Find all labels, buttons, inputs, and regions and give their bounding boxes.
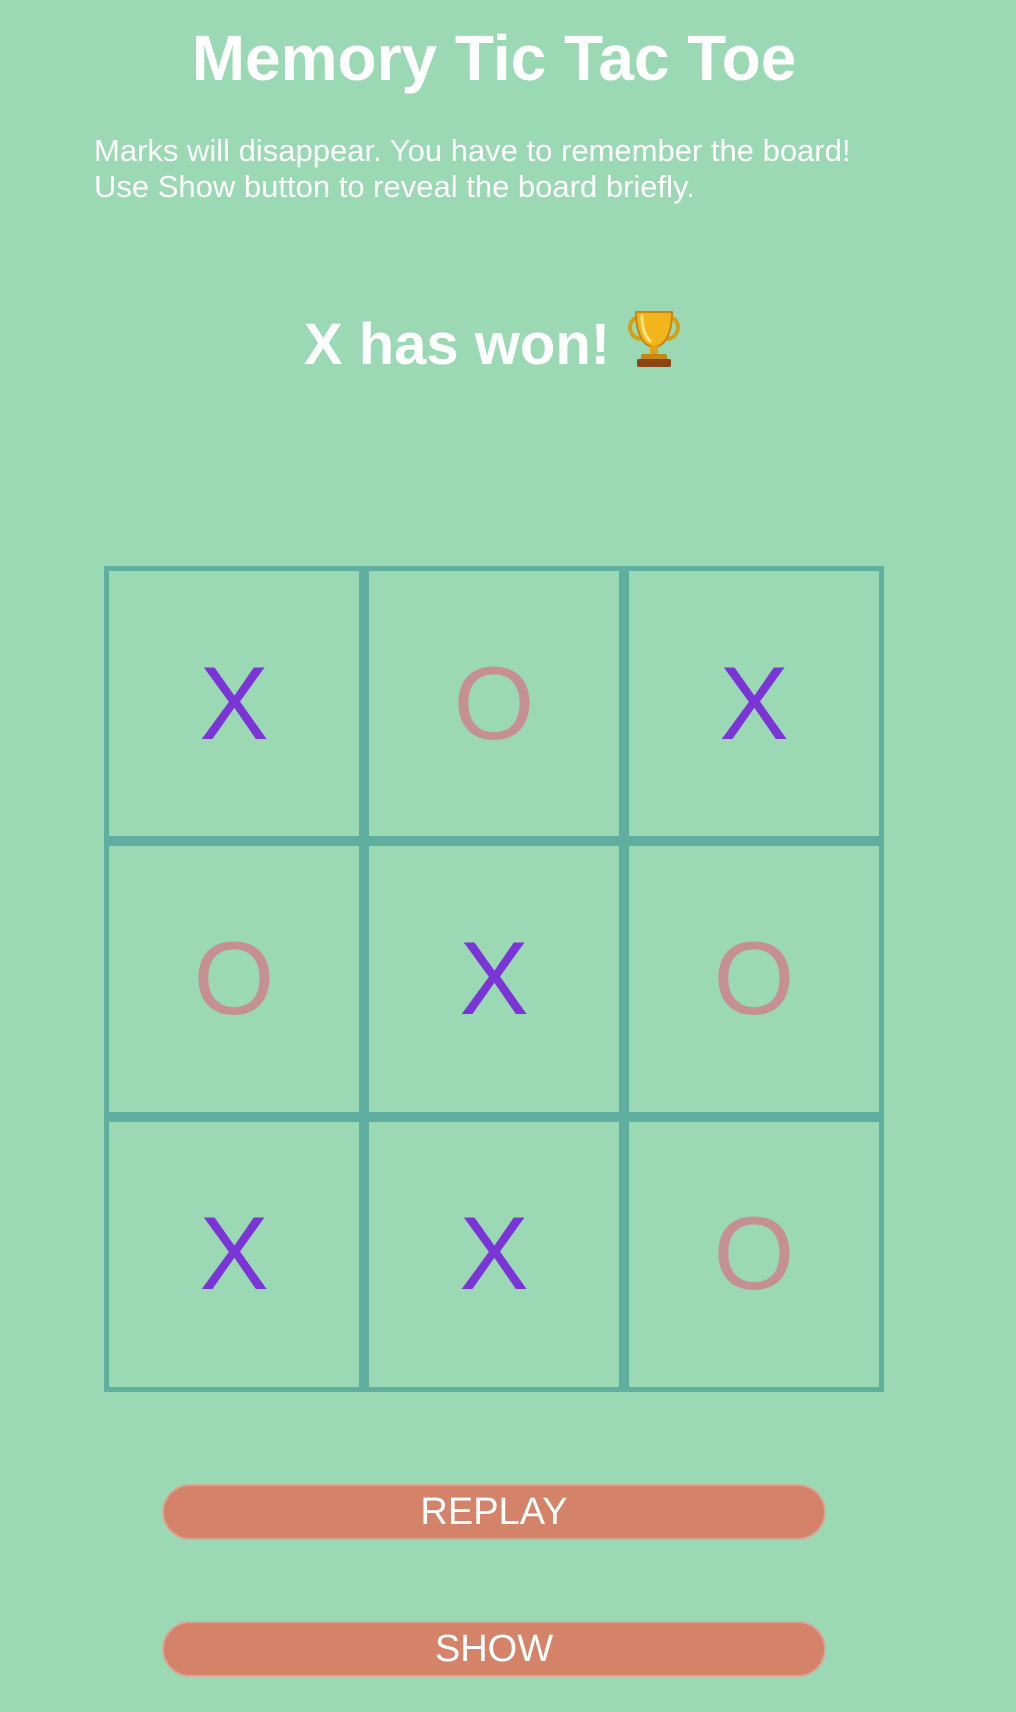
board-cell-3[interactable]: X [629,571,879,837]
board-cell-6[interactable]: O [629,846,879,1112]
instructions-line-1: Marks will disappear. You have to rememb… [94,133,851,168]
show-button[interactable]: SHOW [162,1621,826,1677]
game-board: X O X O X O X X O [104,566,884,1392]
page-title: Memory Tic Tac Toe [191,22,797,94]
status-text: X has won! [303,312,611,377]
board-cell-9[interactable]: O [629,1121,879,1387]
trophy-icon [624,308,684,370]
game-status: X has won! [0,305,988,385]
replay-button[interactable]: REPLAY [162,1484,826,1540]
board-cell-2[interactable]: O [369,571,619,837]
board-cell-1[interactable]: X [109,571,359,837]
board-cell-7[interactable]: X [109,1121,359,1387]
board-cell-4[interactable]: O [109,846,359,1112]
instructions-line-2: Use Show button to reveal the board brie… [94,169,695,204]
board-cell-5[interactable]: X [369,846,619,1112]
instructions: Marks will disappear. You have to rememb… [94,133,954,205]
board-cell-8[interactable]: X [369,1121,619,1387]
